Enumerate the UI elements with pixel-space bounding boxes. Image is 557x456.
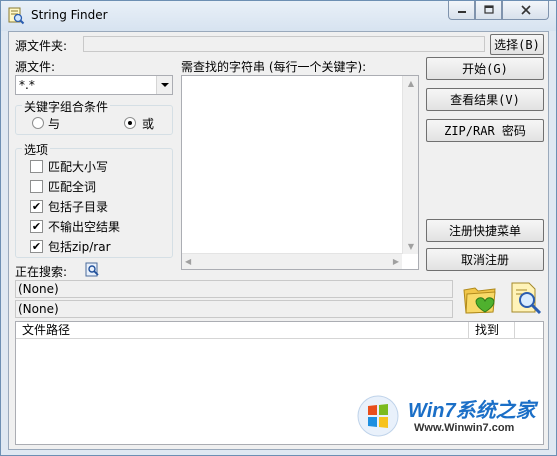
start-button[interactable]: 开始(G) [426,57,544,80]
scroll-down-icon[interactable]: ▼ [403,242,419,251]
app-window: String Finder 源文件夹: 选择(B) 源文件: *.* 关键字组合… [0,0,557,456]
status-line-1: (None) [15,280,453,298]
scroll-left-icon[interactable]: ◀ [185,257,191,266]
no-empty-label: 不输出空结果 [48,220,121,234]
radio-or-label: 或 [142,117,155,131]
window-title: String Finder [31,8,108,22]
zip-rar-label: 包括zip/rar [48,240,111,254]
watermark-url: Www.Winwin7.com [414,422,515,434]
source-file-label: 源文件: [15,60,56,74]
whole-word-label: 匹配全词 [48,180,97,194]
radio-and[interactable] [32,117,44,129]
unregister-button[interactable]: 取消注册 [426,248,544,271]
subdirs-label: 包括子目录 [48,200,109,214]
scroll-up-icon[interactable]: ▲ [403,79,419,88]
source-file-combobox[interactable]: *.* [15,75,173,95]
windows-logo-icon [357,395,399,437]
close-icon [520,5,531,15]
status-line-2: (None) [15,300,453,318]
match-case-label: 匹配大小写 [48,160,109,174]
checkbox-no-empty[interactable]: ✔ [30,220,43,233]
client-area: 源文件夹: 选择(B) 源文件: *.* 关键字组合条件 与 或 选项 匹配大小… [8,31,549,450]
close-button[interactable] [502,1,549,20]
options-title: 选项 [22,141,51,158]
results-header: 文件路径 找到 [16,322,543,339]
checkbox-match-case[interactable] [30,160,43,173]
minimize-button[interactable] [448,1,475,20]
view-results-button[interactable]: 查看结果(V) [426,88,544,111]
radio-and-label: 与 [48,117,61,131]
column-header-path[interactable]: 文件路径 [16,322,469,339]
searching-label: 正在搜索: [15,265,68,279]
options-group: 选项 匹配大小写 匹配全词 ✔ 包括子目录 ✔ 不输出空结果 ✔ 包括zip/r… [15,141,173,258]
dropdown-button[interactable] [156,76,172,94]
find-document-icon[interactable] [507,280,543,316]
status-line-1-text: (None) [18,282,59,296]
title-bar[interactable]: String Finder [1,1,556,31]
radio-selected-dot [128,121,132,125]
register-menu-button[interactable]: 注册快捷菜单 [426,219,544,242]
chevron-down-icon [161,83,169,87]
keyword-label: 需查找的字符串 (每行一个关键字): [181,60,367,74]
vertical-scrollbar[interactable]: ▲ ▼ [402,76,418,254]
source-file-value: *.* [19,78,35,92]
checkbox-zip-rar[interactable]: ✔ [30,240,43,253]
keyword-textarea[interactable]: ▲ ▼ ◀ ▶ [181,75,419,270]
horizontal-scrollbar[interactable]: ◀ ▶ [182,253,402,269]
watermark: Win7系统之家 Www.Winwin7.com [354,390,542,445]
column-header-found[interactable]: 找到 [469,322,515,339]
keyword-combine-group: 关键字组合条件 与 或 [15,98,173,135]
source-folder-field[interactable] [83,36,485,52]
keyword-combine-title: 关键字组合条件 [22,98,111,115]
source-folder-label: 源文件夹: [15,39,68,53]
checkbox-subdirs[interactable]: ✔ [30,200,43,213]
search-icon [85,262,99,277]
zip-password-button[interactable]: ZIP/RAR 密码 [426,119,544,142]
favorite-folder-icon[interactable] [461,282,499,316]
status-line-2-text: (None) [18,302,59,316]
watermark-brand: Win7系统之家 [408,400,536,422]
checkbox-whole-word[interactable] [30,180,43,193]
scroll-right-icon[interactable]: ▶ [393,257,399,266]
app-icon [8,7,25,25]
results-list[interactable]: 文件路径 找到 Win7系统之家 Www.Winwin7.com [15,321,544,445]
maximize-button[interactable] [475,1,502,20]
minimize-icon [457,11,466,13]
browse-button[interactable]: 选择(B) [490,34,544,55]
maximize-icon [483,5,494,14]
radio-or[interactable] [124,117,136,129]
